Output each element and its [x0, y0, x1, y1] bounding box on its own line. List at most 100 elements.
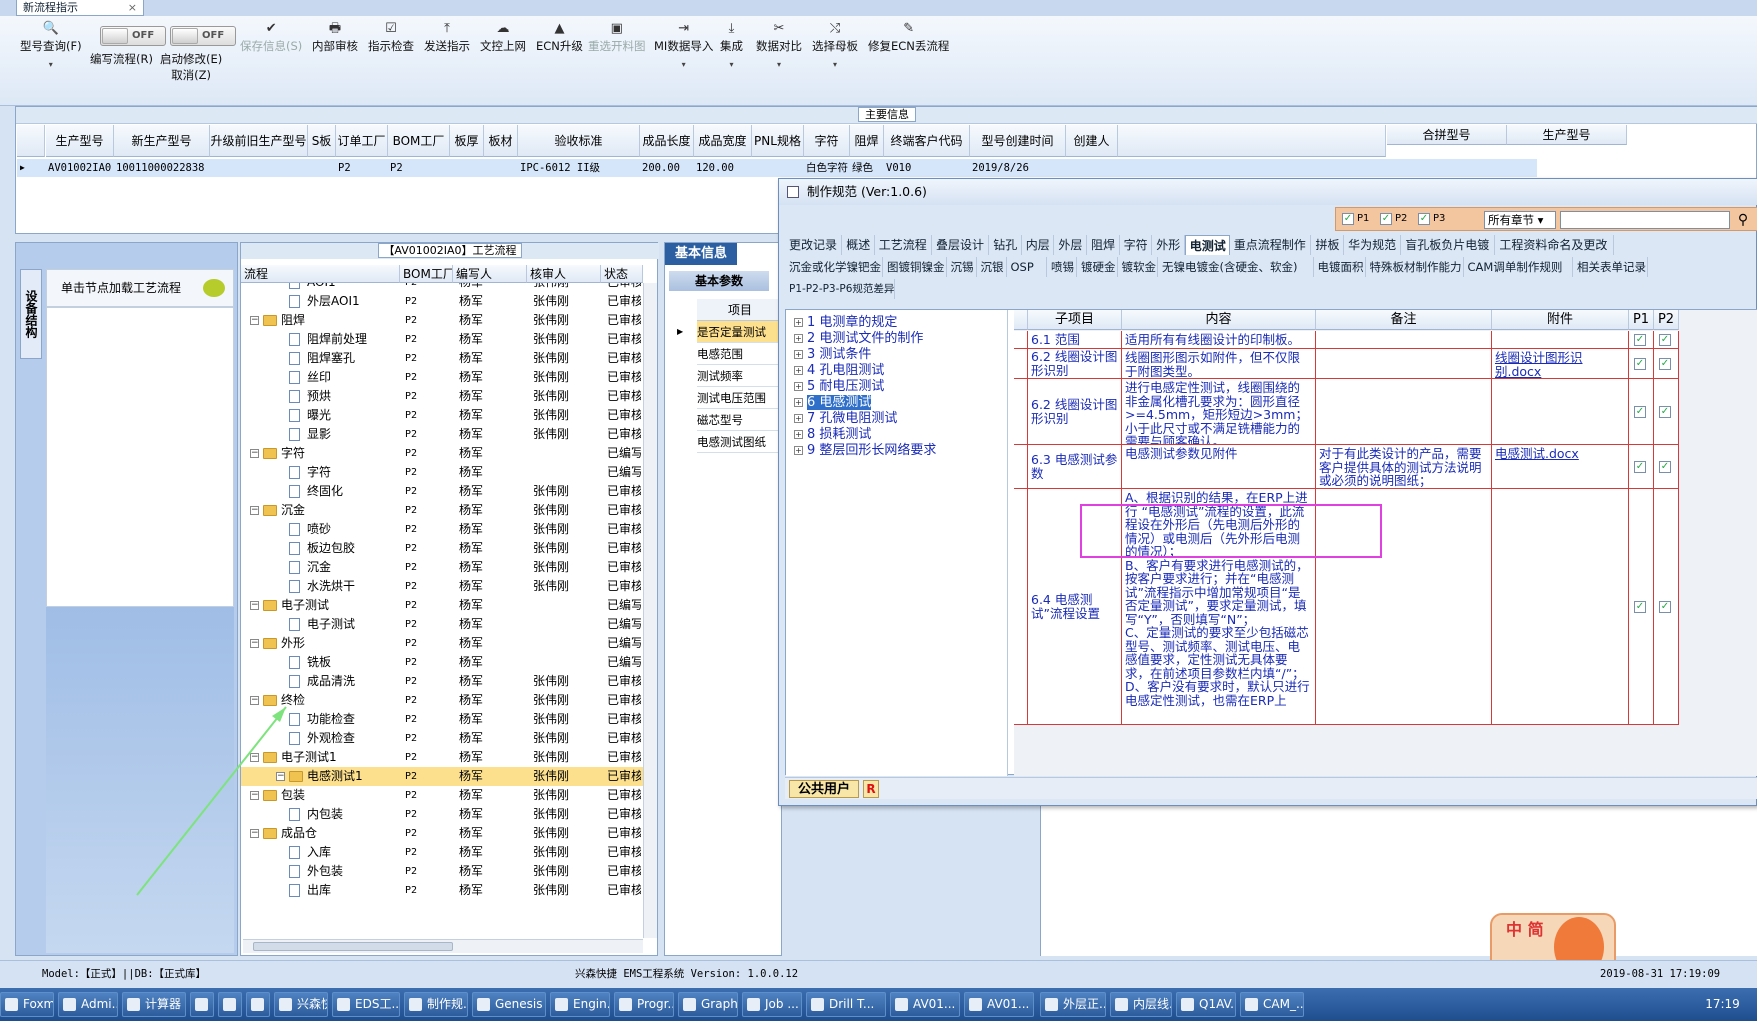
- taskbar-item[interactable]: AV01...: [964, 992, 1034, 1017]
- table-row[interactable]: 阻焊塞孔 P2 杨军 张伟刚 已审核: [241, 349, 643, 368]
- scrollbar-thumb[interactable]: [253, 942, 453, 951]
- tab-tabs1[interactable]: 内层: [1022, 235, 1055, 255]
- column-header[interactable]: 成品宽度: [694, 125, 752, 157]
- tab-tabs3[interactable]: P1-P2-P3-P6规范差异: [785, 279, 895, 299]
- chevron-down-icon[interactable]: ▾: [20, 60, 82, 69]
- vertical-scrollbar[interactable]: [643, 283, 657, 938]
- toolbar-button[interactable]: ⇥ MI数据导入 ▾: [654, 20, 713, 69]
- tab-basic-info[interactable]: 基本信息: [665, 243, 737, 265]
- checkbox[interactable]: ✓: [1659, 406, 1671, 418]
- column-header[interactable]: 流程: [241, 265, 400, 283]
- table-row[interactable]: − 字符 P2 杨军 已编写: [241, 444, 643, 463]
- table-row[interactable]: 丝印 P2 杨军 张伟刚 已审核: [241, 368, 643, 387]
- taskbar-item[interactable]: Job ...: [742, 992, 802, 1017]
- tab-tabs1[interactable]: 叠层设计: [932, 235, 990, 255]
- chevron-down-icon[interactable]: ▾: [812, 60, 858, 69]
- column-header[interactable]: 型号创建时间: [970, 125, 1066, 157]
- tab-tabs2[interactable]: 无镍电镀金(含硬金、软金): [1158, 257, 1314, 277]
- table-row[interactable]: − 电子测试1 P2 杨军 张伟刚 已审核: [241, 748, 643, 767]
- taskbar-clock[interactable]: 17:19: [1688, 988, 1757, 1021]
- table-row[interactable]: 出库 P2 杨军 张伟刚 已审核: [241, 881, 643, 900]
- close-icon[interactable]: ×: [128, 0, 137, 15]
- param-row[interactable]: 是否定量测试: [697, 321, 783, 343]
- table-row[interactable]: − 外形 P2 杨军 已编写: [241, 634, 643, 653]
- taskbar-item[interactable]: Engin...: [550, 992, 610, 1017]
- taskbar-item[interactable]: 兴森快...: [274, 992, 328, 1017]
- table-row[interactable]: − 终检 P2 杨军 张伟刚 已审核: [241, 691, 643, 710]
- table-row[interactable]: 预烘 P2 杨军 张伟刚 已审核: [241, 387, 643, 406]
- column-header[interactable]: 编写人: [453, 265, 527, 283]
- param-row[interactable]: 磁芯型号: [697, 409, 783, 431]
- horizontal-scrollbar[interactable]: [243, 939, 643, 953]
- table-row[interactable]: 阻焊前处理 P2 杨军 张伟刚 已审核: [241, 330, 643, 349]
- expand-toggle-icon[interactable]: −: [250, 696, 259, 705]
- checkbox[interactable]: ✓: [1634, 406, 1646, 418]
- expand-toggle-icon[interactable]: −: [250, 601, 259, 610]
- toolbar-button[interactable]: ✔ 保存信息(S): [240, 20, 302, 54]
- p3-checkbox[interactable]: ✓: [1418, 213, 1430, 225]
- chapter-item[interactable]: +9 整层回形长网络要求: [794, 442, 936, 460]
- chevron-down-icon[interactable]: ▾: [720, 60, 743, 69]
- tab-tabs2[interactable]: 镀软金: [1118, 257, 1158, 277]
- expand-toggle-icon[interactable]: +: [794, 350, 803, 359]
- column-header[interactable]: 订单工厂: [336, 125, 388, 157]
- tab-tabs2[interactable]: 特殊板材制作能力: [1366, 257, 1464, 277]
- param-row[interactable]: 测试电压范围: [697, 387, 783, 409]
- checkbox[interactable]: ✓: [1659, 461, 1671, 473]
- taskbar-item[interactable]: AV01...: [890, 992, 960, 1017]
- table-row[interactable]: 字符 P2 杨军 已编写: [241, 463, 643, 482]
- tab-tabs1[interactable]: 工艺流程: [875, 235, 932, 255]
- expand-toggle-icon[interactable]: −: [276, 772, 285, 781]
- table-row[interactable]: 终固化 P2 杨军 张伟刚 已审核: [241, 482, 643, 501]
- document-tab[interactable]: 新流程指示 ×: [16, 0, 144, 16]
- expand-toggle-icon[interactable]: −: [250, 639, 259, 648]
- tab-tabs2[interactable]: 沉银: [977, 257, 1007, 277]
- table-row[interactable]: − 电子测试 P2 杨军 已编写: [241, 596, 643, 615]
- toolbar-button[interactable]: 🔍 型号查询(F) ▾: [20, 20, 82, 69]
- taskbar-item[interactable]: Admi...: [58, 992, 118, 1017]
- column-header[interactable]: 字符: [804, 125, 850, 157]
- expand-toggle-icon[interactable]: −: [250, 506, 259, 515]
- tab-tabs2[interactable]: 喷锡: [1047, 257, 1077, 277]
- column-header[interactable]: 成品长度: [640, 125, 694, 157]
- table-row[interactable]: 入库 P2 杨军 张伟刚 已审核: [241, 843, 643, 862]
- search-input[interactable]: [1560, 211, 1730, 229]
- p1-checkbox[interactable]: ✓: [1342, 213, 1354, 225]
- column-header[interactable]: 生产型号: [46, 125, 114, 157]
- column-header[interactable]: BOM工厂: [388, 125, 450, 157]
- table-row[interactable]: 内包装 P2 杨军 张伟刚 已审核: [241, 805, 643, 824]
- checkbox[interactable]: ✓: [1659, 601, 1671, 613]
- toolbar-button[interactable]: 编写流程(R): [90, 51, 153, 67]
- table-row[interactable]: 曝光 P2 杨军 张伟刚 已审核: [241, 406, 643, 425]
- expand-toggle-icon[interactable]: −: [250, 316, 259, 325]
- taskbar-item[interactable]: 外层正...: [1040, 992, 1106, 1017]
- taskbar-item[interactable]: [218, 992, 242, 1017]
- expand-toggle-icon[interactable]: +: [794, 318, 803, 327]
- expand-toggle-icon[interactable]: +: [794, 382, 803, 391]
- column-header[interactable]: 附件: [1492, 310, 1629, 330]
- toolbar-button[interactable]: ✂ 数据对比 ▾: [756, 20, 802, 69]
- tab-tabs1[interactable]: 工程资料命名及更改: [1495, 235, 1615, 255]
- toolbar-button[interactable]: ▣ 重选开料图: [588, 20, 646, 54]
- column-header[interactable]: P1: [1629, 310, 1654, 330]
- param-row[interactable]: 电感测试图纸: [697, 431, 783, 453]
- tab-tabs1[interactable]: 字符: [1120, 235, 1153, 255]
- search-icon[interactable]: ⚲: [1732, 210, 1754, 230]
- expand-toggle-icon[interactable]: +: [794, 366, 803, 375]
- chapter-select[interactable]: 所有章节 ▾: [1484, 211, 1556, 229]
- checkbox[interactable]: ✓: [1634, 358, 1646, 370]
- taskbar-item[interactable]: CAM_...: [1240, 992, 1304, 1017]
- table-cell[interactable]: 电感测试.docx: [1492, 445, 1629, 489]
- table-row[interactable]: − 包装 P2 杨军 张伟刚 已审核: [241, 786, 643, 805]
- param-row[interactable]: 电感范围: [697, 343, 783, 365]
- toolbar-button[interactable]: ✎ 修复ECN丢流程: [868, 20, 949, 54]
- tab-tabs2[interactable]: 图镀铜镍金: [883, 257, 947, 277]
- toggle-switch[interactable]: OFF: [170, 26, 236, 46]
- tab-tabs2[interactable]: 相关表单记录: [1573, 257, 1648, 277]
- tab-tabs1[interactable]: 拼板: [1312, 235, 1345, 255]
- tab-basic-params[interactable]: 基本参数: [669, 271, 769, 291]
- table-cell[interactable]: 线圈设计图形识别.docx: [1492, 349, 1629, 379]
- column-header[interactable]: 阻焊: [850, 125, 884, 157]
- tab-tabs2[interactable]: 沉金或化学镍钯金: [785, 257, 883, 277]
- taskbar-item[interactable]: EDS工...: [332, 992, 400, 1017]
